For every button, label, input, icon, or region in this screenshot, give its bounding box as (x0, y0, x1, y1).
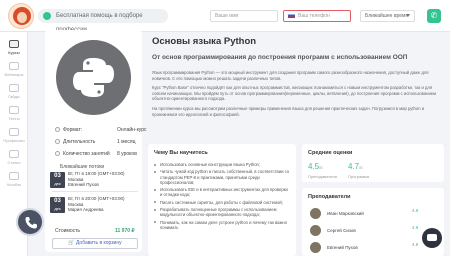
list-item: Писать системные скрипты, для работы с ф… (154, 200, 290, 205)
rating-program: 4.7/5 (348, 162, 363, 171)
webinar-icon (9, 62, 19, 70)
format-icon (55, 127, 60, 132)
description-paragraph: Язык программирования Python — это мощны… (152, 70, 429, 81)
description-paragraph: На протяжении курса мы рассмотрим различ… (152, 106, 425, 117)
guide-icon (9, 84, 19, 92)
price-value: 11 970 ₽ (115, 228, 135, 234)
avatar (310, 225, 321, 236)
learn-section: Чему Вы научитесь Использовать основные … (148, 144, 296, 256)
page-title: Основы языка Python (152, 36, 257, 47)
chat-widget-button[interactable] (422, 228, 442, 248)
sidebar-item-guides[interactable]: Гайды (0, 84, 28, 99)
ratings-title: Средние оценки (308, 150, 353, 156)
article-icon (9, 150, 19, 158)
top-bar: Бесплатная помощь в подборе профессии Ва… (0, 0, 450, 33)
teachers-title: Преподаватели (308, 194, 351, 200)
learn-list: Использовать основные конструкции языка … (154, 162, 290, 232)
group-date-badge: 03 дек (50, 197, 65, 213)
add-to-cart-button[interactable]: 🛒 Добавить в корзину (52, 238, 138, 249)
learn-title: Чему Вы научитесь (154, 150, 208, 156)
sidebar-item-tests[interactable]: Тесты (0, 106, 28, 121)
cashback-icon (9, 172, 19, 180)
lessons-row: Количество занятий 8 уроков (55, 151, 137, 157)
sidebar-item-webinars[interactable]: Вебинары (0, 62, 28, 77)
courses-icon (9, 40, 19, 48)
group-schedule[interactable]: Вт, Пт в 20:00 (GMT+03:00) Москва Мария … (68, 196, 125, 213)
cart-icon: 🛒 (68, 240, 75, 246)
sidebar-item-articles[interactable]: Статьи (0, 150, 28, 165)
sidebar-item-courses[interactable]: Курсы (0, 40, 28, 55)
list-item: Понимать, как на самом деле устроен pyth… (154, 220, 290, 231)
page-subtitle: От основ программирования до построения … (152, 54, 408, 61)
lessons-icon (55, 151, 60, 156)
status-dot-icon (43, 12, 51, 20)
teacher-score: 4.9 (412, 242, 419, 247)
nearest-groups-label: Ближайшие потоки (60, 164, 105, 170)
format-row: Формат: Онлайн-курс (55, 127, 147, 133)
call-widget-button[interactable] (16, 208, 44, 236)
list-item: Читать чужой код python и писать собстве… (154, 169, 290, 185)
group-schedule[interactable]: Вт, Пт в 19:00 (GMT+03:00) Москва Евгени… (68, 171, 125, 188)
name-input[interactable]: Ваше имя (210, 10, 278, 22)
avatar (310, 208, 321, 219)
main-content: Основы языка Python От основ программиро… (148, 30, 448, 256)
python-logo-icon (56, 40, 131, 115)
profession-icon (9, 128, 19, 136)
list-item: Использовать IDE и в интерактивных инстр… (154, 187, 290, 198)
description-paragraph: Курс "Python Base" отлично подойдёт как … (152, 85, 436, 102)
sidebar-item-cashback[interactable]: Кешбэк (0, 172, 28, 187)
teacher-score: 4.9 (412, 225, 419, 230)
promo-badge[interactable]: Бесплатная помощь в подборе профессии (38, 9, 168, 33)
rating-teachers: 4.5/5 (308, 162, 323, 171)
clock-icon (55, 139, 60, 144)
teacher-score: 4.9 (412, 208, 419, 213)
list-item: Использовать основные конструкции языка … (154, 162, 290, 167)
phone-input[interactable]: Ваш телефон (283, 10, 351, 22)
price-row: Стоимость 11 970 ₽ (55, 228, 135, 234)
list-item: Разрабатывать полноценные программы с ис… (154, 207, 290, 218)
ratings-section: Средние оценки 4.5/5 Преподаватели 4.7/5… (302, 144, 444, 182)
teachers-section: Преподаватели Иван Марковский 4.9 Сергей… (302, 188, 444, 256)
divider (52, 191, 138, 192)
phone-icon (25, 217, 37, 229)
russia-flag-icon (288, 13, 295, 19)
sidebar-item-professions[interactable]: Профессии (0, 128, 28, 143)
avatar (310, 242, 321, 253)
test-icon (9, 106, 19, 114)
group-date-badge: 03 дек (50, 172, 65, 188)
duration-row: Длительность 1 месяц (55, 139, 135, 145)
phone-call-button[interactable]: ✆ (427, 9, 441, 23)
time-select[interactable]: Ближайшее время (360, 10, 415, 22)
logo-avatar[interactable] (8, 3, 34, 29)
